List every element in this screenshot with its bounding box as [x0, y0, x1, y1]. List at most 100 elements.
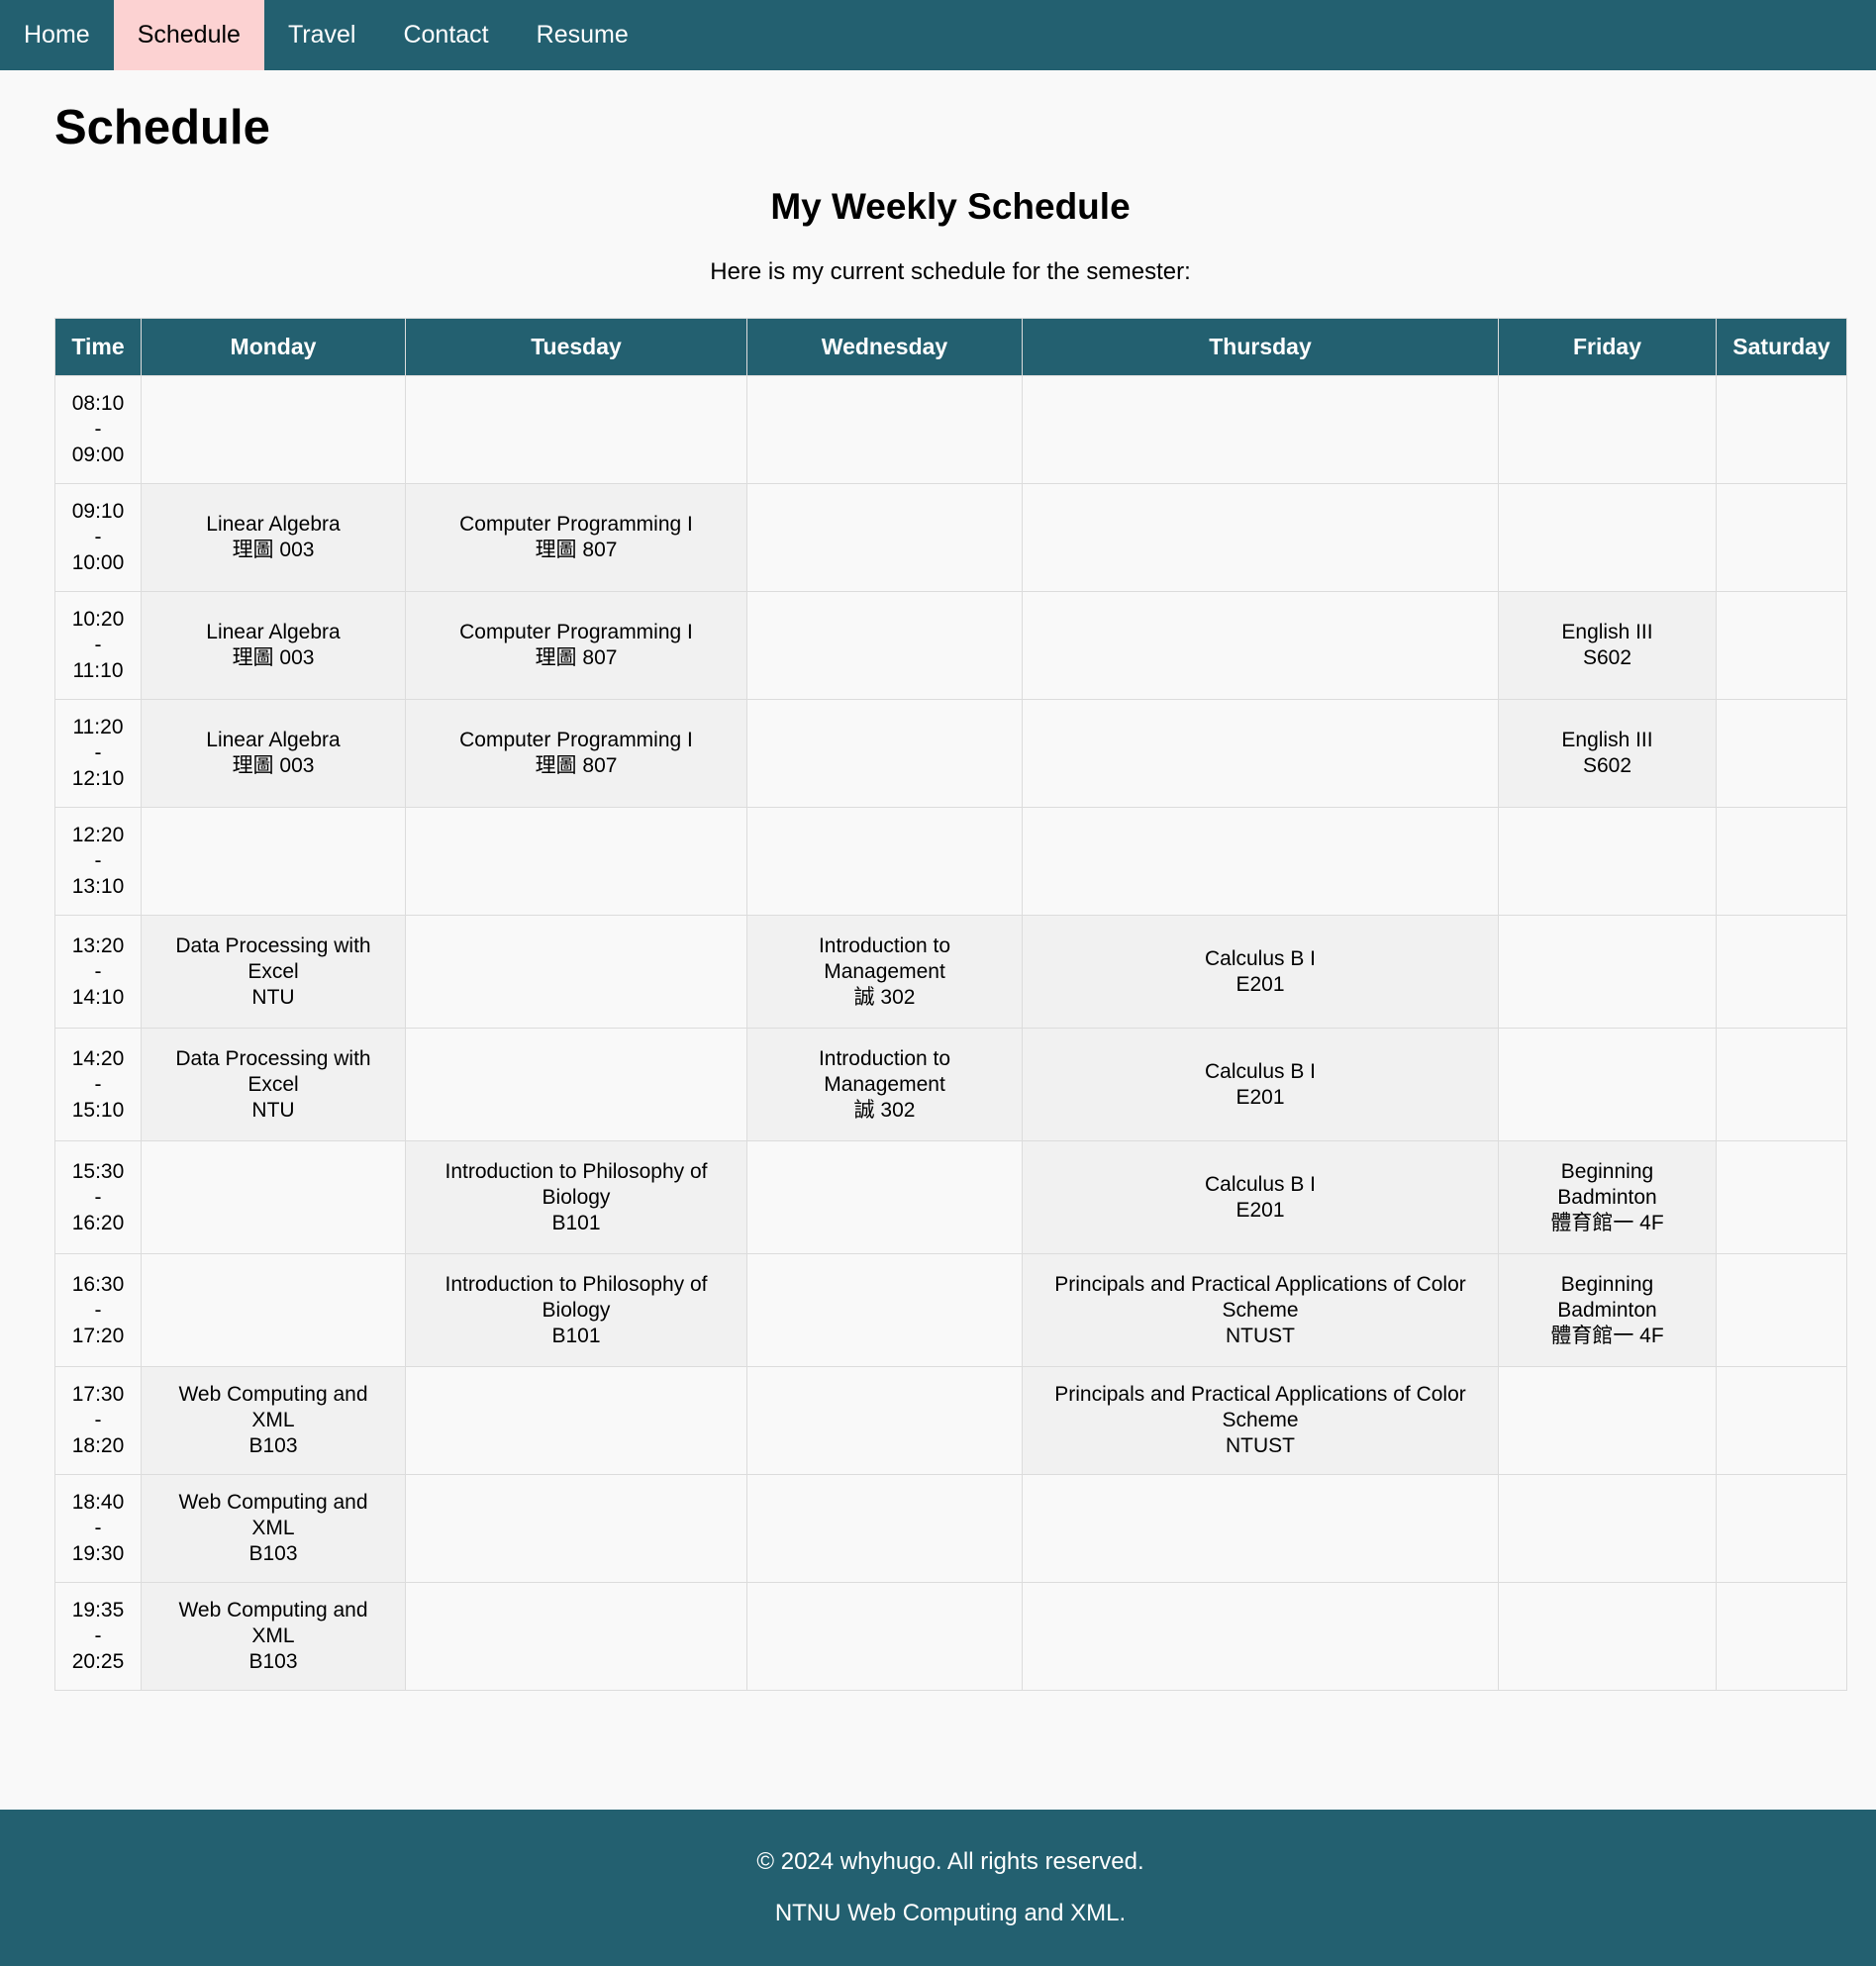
course-name: Linear Algebra: [206, 513, 341, 536]
course-name: Linear Algebra: [206, 729, 341, 751]
course-cell: Data Processing with Excel NTU: [141, 915, 406, 1029]
course-name: Beginning Badminton: [1557, 1272, 1657, 1322]
schedule-row: 10:20 - 11:10 Linear Algebra 理圖 003 Computer …: [54, 591, 1847, 700]
time-slot: 16:30-17:20: [54, 1253, 142, 1367]
empty-cell: [405, 1474, 747, 1583]
course-cell: Web Computing and XML B103: [141, 1582, 406, 1691]
empty-cell: [141, 1253, 406, 1367]
time-separator: -: [94, 849, 102, 872]
empty-cell: [405, 915, 747, 1029]
time-slot: 13:20-14:10: [54, 915, 142, 1029]
time-end: 15:10: [71, 1098, 125, 1122]
empty-cell: [746, 375, 1023, 484]
course-room: B101: [551, 1211, 601, 1234]
time-separator: -: [94, 634, 102, 656]
nav-travel[interactable]: Travel: [264, 0, 380, 70]
empty-cell: [746, 699, 1023, 808]
schedule-row: 15:30-16:20 Introduction to Philosophy of…: [54, 1140, 1847, 1254]
empty-cell: [746, 483, 1023, 592]
course-cell: Introduction to Philosophy of Biology B10…: [405, 1253, 747, 1367]
schedule-row: 16:30-17:20 Introduction to Philosophy of…: [54, 1253, 1847, 1367]
empty-cell: [1498, 1028, 1717, 1141]
top-navbar: Home Schedule Travel Contact Resume: [0, 0, 1876, 70]
empty-cell: [1716, 591, 1847, 700]
course-room: E201: [1235, 972, 1285, 996]
time-slot: 12:20 - 13:10: [54, 807, 142, 916]
course-cell: Calculus B I E201: [1022, 1028, 1499, 1141]
schedule-heading: My Weekly Schedule: [770, 186, 1131, 227]
course-room: B101: [551, 1324, 601, 1347]
empty-cell: [1022, 483, 1499, 592]
course-room: 誠 302: [853, 1098, 916, 1122]
course-name: English III: [1561, 729, 1653, 751]
course-name: Web Computing and XML: [178, 1599, 368, 1647]
header-wednesday: Wednesday: [746, 318, 1023, 376]
course-cell: Calculus B I E201: [1022, 1140, 1499, 1254]
schedule-row: 13:20-14:10 Data Processing with Excel NTU…: [54, 915, 1847, 1029]
empty-cell: [1716, 1582, 1847, 1691]
header-time: Time: [54, 318, 142, 376]
nav-schedule[interactable]: Schedule: [113, 0, 264, 70]
course-cell: Web Computing and XML B103: [141, 1366, 406, 1475]
schedule-row: 09:10 - 10:00 Linear Algebra 理圖 003 Computer …: [54, 483, 1847, 592]
time-start: 09:10: [71, 500, 125, 523]
empty-cell: [405, 807, 747, 916]
time-slot: 17:30 - 18:20: [54, 1366, 142, 1475]
time-separator: -: [94, 1409, 102, 1431]
empty-cell: [1716, 1253, 1847, 1367]
empty-cell: [1716, 1474, 1847, 1583]
course-room: 理圖 003: [232, 754, 315, 777]
course-name: Calculus B I: [1204, 1059, 1317, 1083]
course-name: Beginning Badminton: [1557, 1159, 1657, 1209]
nav-home[interactable]: Home: [0, 0, 114, 70]
course-room: 理圖 807: [535, 754, 618, 777]
empty-cell: [1022, 375, 1499, 484]
time-start: 10:20: [71, 608, 125, 631]
time-start: 16:30: [71, 1272, 125, 1296]
empty-cell: [1716, 483, 1847, 592]
course-name: Principals and Practical Applications of…: [1054, 1383, 1466, 1431]
empty-cell: [1498, 375, 1717, 484]
empty-cell: [1022, 699, 1499, 808]
header-tuesday: Tuesday: [405, 318, 747, 376]
time-start: 11:20: [72, 716, 124, 738]
schedule-table: Time Monday Tuesday Wednesday Thursday F…: [54, 318, 1847, 1691]
time-slot: 11:20 - 12:10: [54, 699, 142, 808]
empty-cell: [746, 1582, 1023, 1691]
empty-cell: [1498, 483, 1717, 592]
course-name: Introduction to Philosophy of Biology: [444, 1272, 708, 1322]
schedule-intro: Here is my current schedule for the seme…: [710, 258, 1191, 285]
schedule-row: 12:20 - 13:10: [54, 807, 1847, 916]
course-room: NTUST: [1226, 1324, 1295, 1347]
time-end: 17:20: [71, 1324, 125, 1347]
time-slot: 15:30-16:20: [54, 1140, 142, 1254]
nav-resume[interactable]: Resume: [513, 0, 652, 70]
time-start: 08:10: [71, 392, 125, 415]
time-start: 19:35: [71, 1599, 125, 1622]
time-separator: -: [94, 741, 102, 764]
time-separator: -: [94, 418, 102, 441]
empty-cell: [405, 1582, 747, 1691]
course-cell: Beginning Badminton 體育館一 4F: [1498, 1253, 1717, 1367]
header-friday: Friday: [1498, 318, 1717, 376]
time-end: 12:10: [71, 767, 125, 790]
schedule-row: 08:10 -09:00: [54, 375, 1847, 484]
course-name: Data Processing with Excel: [175, 1046, 371, 1096]
header-thursday: Thursday: [1022, 318, 1499, 376]
schedule-row: 17:30 - 18:20 Web Computing and XML B103 Prin…: [54, 1366, 1847, 1475]
empty-cell: [746, 591, 1023, 700]
time-separator: -: [94, 959, 102, 983]
course-room: 理圖 003: [232, 646, 315, 669]
course-cell: Web Computing and XML B103: [141, 1474, 406, 1583]
course-cell: Data Processing with Excel NTU: [141, 1028, 406, 1141]
time-separator: -: [94, 1072, 102, 1096]
course-name: Data Processing with Excel: [175, 934, 371, 983]
empty-cell: [1022, 807, 1499, 916]
course-name: English III: [1561, 621, 1653, 643]
course-room: B103: [248, 1650, 298, 1673]
nav-contact[interactable]: Contact: [379, 0, 512, 70]
course-cell: English III S602: [1498, 591, 1717, 700]
course-room: 理圖 807: [535, 539, 618, 561]
time-separator: -: [94, 1624, 102, 1647]
empty-cell: [746, 1140, 1023, 1254]
